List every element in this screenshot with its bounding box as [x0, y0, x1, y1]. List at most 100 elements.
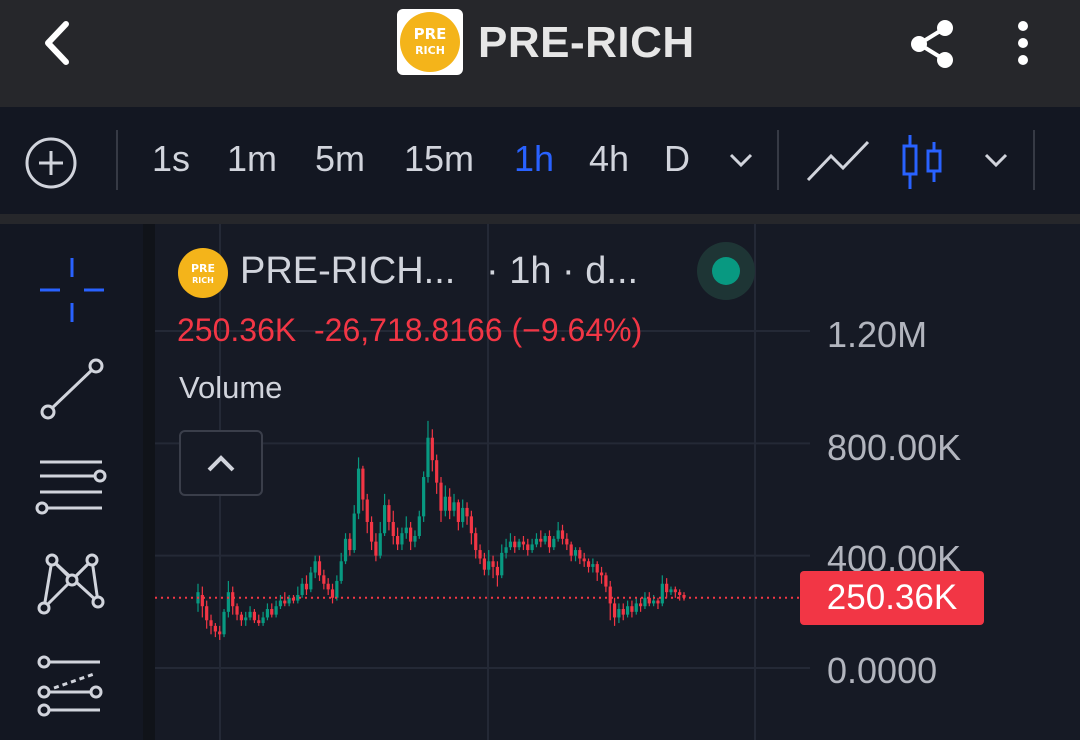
candle-body	[578, 550, 582, 559]
candle-body	[456, 502, 460, 522]
candle-body	[604, 575, 608, 587]
candle-body	[443, 496, 447, 511]
price-axis-label: 0.0000	[827, 650, 938, 691]
back-arrow-icon[interactable]	[34, 18, 84, 68]
candle-body	[530, 544, 534, 551]
candle-body	[660, 583, 664, 604]
share-icon[interactable]	[905, 16, 961, 72]
legend-interval[interactable]: · 1h · d...	[486, 250, 638, 293]
candle-body	[365, 499, 369, 522]
candle-body	[361, 468, 365, 500]
candle-body	[426, 437, 430, 478]
candle-body	[430, 437, 434, 461]
candle-body	[608, 586, 612, 604]
candle-body	[413, 536, 417, 542]
interval-5m[interactable]: 5m	[315, 138, 365, 180]
more-vertical-icon[interactable]	[1005, 18, 1041, 68]
add-circle-icon[interactable]	[24, 136, 78, 190]
interval-15m[interactable]: 15m	[404, 138, 474, 180]
current-price-tag: 250.36K	[800, 571, 984, 625]
candle-body	[487, 561, 491, 570]
candle-body	[322, 575, 326, 584]
horizontal-lines-icon[interactable]	[30, 450, 110, 522]
volume-indicator-label[interactable]: Volume	[179, 370, 282, 406]
chevron-down-icon[interactable]	[982, 150, 1010, 170]
logo-text-bottom: RICH	[415, 44, 445, 57]
candle-body	[417, 516, 421, 537]
chart-panel[interactable]	[155, 224, 1080, 740]
candle-body	[565, 538, 569, 545]
candle-body	[465, 507, 469, 517]
candle-body	[621, 609, 625, 615]
panel-divider	[0, 214, 1080, 224]
candle-body	[526, 544, 530, 551]
candle-body	[491, 561, 495, 567]
candle-body	[478, 550, 482, 559]
candle-body	[582, 558, 586, 562]
crosshair-icon[interactable]	[30, 255, 110, 327]
candle-body	[513, 541, 517, 548]
candle-body	[313, 561, 317, 573]
candle-body	[508, 541, 513, 548]
candle-body	[257, 620, 261, 624]
candle-body	[504, 547, 508, 553]
interval-d[interactable]: D	[664, 138, 690, 180]
collapse-legend-button[interactable]	[179, 430, 263, 496]
candle-body	[469, 516, 473, 534]
candle-body	[591, 564, 595, 567]
candle-body	[296, 594, 300, 601]
candle-body	[343, 538, 348, 562]
candle-body	[317, 561, 322, 576]
token-logo: PRE RICH	[397, 9, 463, 75]
fib-icon[interactable]	[30, 650, 110, 722]
candle-body	[543, 536, 547, 542]
candle-body	[374, 541, 378, 556]
candle-body	[639, 603, 643, 607]
candle-body	[521, 541, 526, 545]
candle-body	[348, 538, 352, 551]
app-header: PRE RICH PRE-RICH	[0, 0, 1080, 107]
legend-last-price: 250.36K	[177, 312, 297, 348]
logo-text-top: PRE	[414, 25, 447, 43]
candle-body	[439, 482, 443, 511]
candle-body	[448, 496, 452, 511]
candle-body	[569, 544, 573, 556]
candle-body	[625, 606, 630, 615]
price-axis-label: 1.20M	[827, 314, 928, 355]
candle-body	[500, 552, 504, 576]
candlestick-chart[interactable]	[155, 224, 1080, 740]
interval-4h[interactable]: 4h	[589, 138, 629, 180]
line-chart-icon[interactable]	[805, 136, 871, 186]
candle-body	[200, 594, 204, 607]
legend-symbol[interactable]: PRE-RICH...	[240, 250, 455, 293]
market-status-indicator[interactable]	[697, 242, 755, 300]
candle-body	[396, 536, 400, 545]
symbol-logo: PRE RICH	[178, 248, 228, 298]
candle-body	[369, 521, 374, 542]
candle-body	[265, 609, 270, 618]
candle-body	[239, 614, 243, 621]
candle-body	[283, 600, 287, 604]
candle-body	[673, 589, 677, 593]
logo-text-top: PRE	[191, 262, 215, 275]
candle-body	[218, 631, 222, 635]
candle-body	[534, 538, 539, 545]
candlestick-icon[interactable]	[898, 132, 948, 192]
candle-body	[669, 589, 673, 593]
pattern-icon[interactable]	[30, 548, 110, 620]
candle-body	[599, 572, 604, 576]
candle-body	[391, 521, 395, 537]
candle-body	[634, 603, 638, 612]
interval-1m[interactable]: 1m	[227, 138, 277, 180]
interval-1h[interactable]: 1h	[514, 138, 554, 180]
candle-body	[586, 561, 591, 567]
status-dot	[712, 257, 740, 285]
candle-body	[678, 592, 682, 595]
candle-body	[552, 538, 556, 548]
candle-body	[261, 617, 265, 624]
candle-body	[595, 564, 599, 573]
interval-1s[interactable]: 1s	[152, 138, 190, 180]
chevron-down-icon[interactable]	[727, 150, 755, 170]
chevron-up-icon	[207, 455, 235, 472]
trend-line-icon[interactable]	[30, 352, 110, 424]
